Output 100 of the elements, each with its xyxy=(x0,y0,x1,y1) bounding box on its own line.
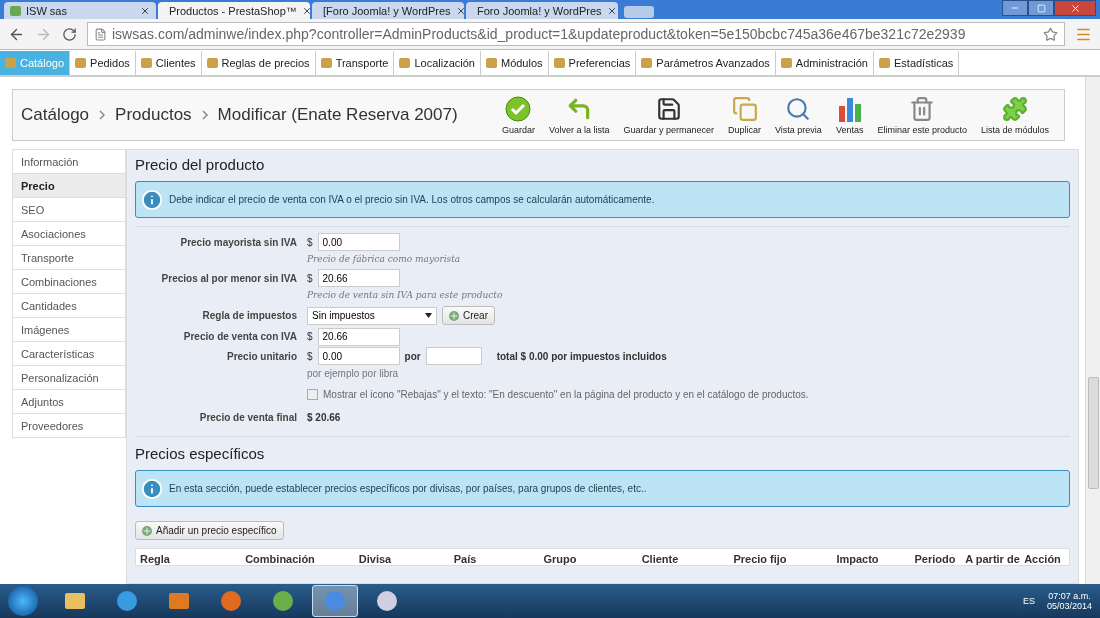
sidebar-item[interactable]: Combinaciones xyxy=(12,270,126,294)
menu-icon xyxy=(75,58,87,68)
toolbar-button[interactable]: Duplicar xyxy=(721,95,768,135)
field-label: Precio de venta con IVA xyxy=(182,331,297,342)
start-button[interactable] xyxy=(8,586,38,616)
info-text: Debe indicar el precio de venta con IVA o el precio sin IVA. Los otros campos se calcularán automáticamente. xyxy=(169,194,655,205)
create-button[interactable]: Crear xyxy=(442,306,495,325)
field-hint: por ejemplo por libra xyxy=(307,367,400,381)
breadcrumb-item[interactable]: Productos xyxy=(115,105,192,125)
sidebar-item[interactable]: Adjuntos xyxy=(12,390,126,414)
section-title: Precios específicos xyxy=(135,445,266,462)
address-field[interactable]: iswsas.com/adminwe/index.php?controller=AdminProducts&id_product=1&updateproduct&token=5e150bcbc745a36e467be321c72e2939 xyxy=(87,22,1065,46)
menu-icon xyxy=(780,58,792,68)
currency-sign: $ xyxy=(307,331,313,342)
sidebar-item[interactable]: Imágenes xyxy=(12,318,126,342)
breadcrumb-item: Modificar (Enate Reserva 2007) xyxy=(217,105,458,125)
app-icon xyxy=(115,589,139,613)
unit-input[interactable] xyxy=(425,347,482,365)
close-tab-icon[interactable] xyxy=(301,5,310,16)
star-icon[interactable] xyxy=(1043,26,1058,42)
app-icon xyxy=(219,589,243,613)
clock[interactable]: 07:07 a.m. 05/03/2014 xyxy=(1046,591,1092,611)
toolbar-button[interactable]: Volver a la lista xyxy=(541,95,617,135)
sidebar-item[interactable]: Precio xyxy=(12,174,126,198)
column-header: Cliente xyxy=(640,553,680,565)
minimize-button[interactable] xyxy=(1002,0,1028,16)
currency-sign: $ xyxy=(307,272,313,284)
field-hint: Precio de venta sin IVA para este producto xyxy=(307,289,504,302)
duplicate-icon xyxy=(731,95,758,122)
url-text: iswsas.com/adminwe/index.php?controller=AdminProducts&id_product=1&updateproduct&token=5e150bcbc745a36e467be321c72e2939 xyxy=(112,26,966,42)
toolbar-button[interactable]: Eliminar este producto xyxy=(870,95,974,135)
menu-icon xyxy=(641,58,653,68)
column-header: Combinación xyxy=(244,553,316,565)
close-tab-icon[interactable] xyxy=(455,5,464,16)
favicon-icon xyxy=(10,5,21,16)
maximize-button[interactable] xyxy=(1028,0,1054,16)
info-icon xyxy=(141,477,163,500)
check-circle-icon xyxy=(505,95,532,122)
add-specific-price-button[interactable]: Añadir un precio específico xyxy=(135,521,284,540)
scrollbar[interactable] xyxy=(1085,77,1100,584)
menu-icon xyxy=(140,58,152,68)
price-input[interactable]: 20.66 xyxy=(317,327,400,346)
column-header: A partir de xyxy=(965,553,1020,565)
breadcrumb-item[interactable]: Catálogo xyxy=(21,105,90,125)
sidebar-item[interactable]: Transporte xyxy=(12,246,126,270)
field-label: Precio mayorista sin IVA xyxy=(179,236,297,248)
currency-sign: $ xyxy=(307,236,313,248)
close-icon xyxy=(1069,2,1081,14)
column-header: Regla xyxy=(140,553,171,565)
column-header: Acción xyxy=(1023,553,1062,565)
app-icon xyxy=(323,589,347,613)
menu-icon xyxy=(485,58,497,68)
toolbar-button[interactable]: Vista previa xyxy=(768,95,829,135)
sidebar-item[interactable]: Personalización xyxy=(12,366,126,390)
page-icon xyxy=(94,27,107,41)
sidebar-item[interactable]: Proveedores xyxy=(12,414,126,438)
dropdown-arrow-icon xyxy=(425,313,432,318)
app-icon xyxy=(271,589,295,613)
toolbar-button[interactable]: Lista de módulos xyxy=(973,95,1056,135)
final-price: $ 20.66 xyxy=(307,412,342,423)
toolbar-button[interactable]: Guardar y permanecer xyxy=(616,95,721,135)
menu-icon xyxy=(879,58,890,68)
section-title: Precio del producto xyxy=(135,156,266,173)
sidebar-item[interactable]: Características xyxy=(12,342,126,366)
plus-icon xyxy=(449,310,459,321)
price-input[interactable]: 0.00 xyxy=(317,233,400,251)
toolbar-button[interactable]: Guardar xyxy=(494,95,542,135)
info-icon xyxy=(141,188,163,211)
sidebar-item[interactable]: SEO xyxy=(12,198,126,222)
language-indicator[interactable]: ES xyxy=(1022,596,1035,606)
browser-tab[interactable]: [Foro Joomla! y WordPres xyxy=(312,2,464,19)
menu-icon xyxy=(5,58,16,68)
price-input[interactable]: 0.00 xyxy=(317,347,400,365)
field-label: Precio de venta final xyxy=(198,412,297,423)
sidebar-item[interactable]: Asociaciones xyxy=(12,222,126,246)
browser-tab[interactable]: Foro Joomla! y WordPres xyxy=(466,2,618,19)
checkbox[interactable] xyxy=(307,389,318,400)
field-label: Precio unitario xyxy=(226,350,297,362)
close-tab-icon[interactable] xyxy=(606,5,617,16)
tax-select[interactable]: Sin impuestos xyxy=(307,306,437,325)
column-header: Grupo xyxy=(542,553,578,565)
app-icon xyxy=(375,589,399,613)
close-tab-icon[interactable] xyxy=(140,5,150,16)
menu-icon xyxy=(553,58,565,68)
menu-icon xyxy=(206,58,218,68)
per-label: por xyxy=(404,350,421,362)
magnifier-icon xyxy=(785,95,812,122)
price-input[interactable]: 20.66 xyxy=(317,269,400,287)
reload-icon[interactable] xyxy=(62,26,77,42)
sidebar-item[interactable]: Cantidades xyxy=(12,294,126,318)
toolbar-button[interactable]: Ventas xyxy=(828,95,871,135)
column-header: Divisa xyxy=(357,553,393,565)
column-header: Precio fijo xyxy=(732,553,788,565)
sidebar-item[interactable]: Información xyxy=(12,149,126,174)
chevron-icon xyxy=(99,110,106,120)
menu-icon xyxy=(320,58,332,68)
column-header: Periodo xyxy=(913,553,957,565)
browser-tab[interactable]: ISW sas xyxy=(4,2,156,19)
bar-chart-icon xyxy=(836,95,863,122)
browser-tab[interactable]: Productos - PrestaShop™ xyxy=(158,2,310,19)
